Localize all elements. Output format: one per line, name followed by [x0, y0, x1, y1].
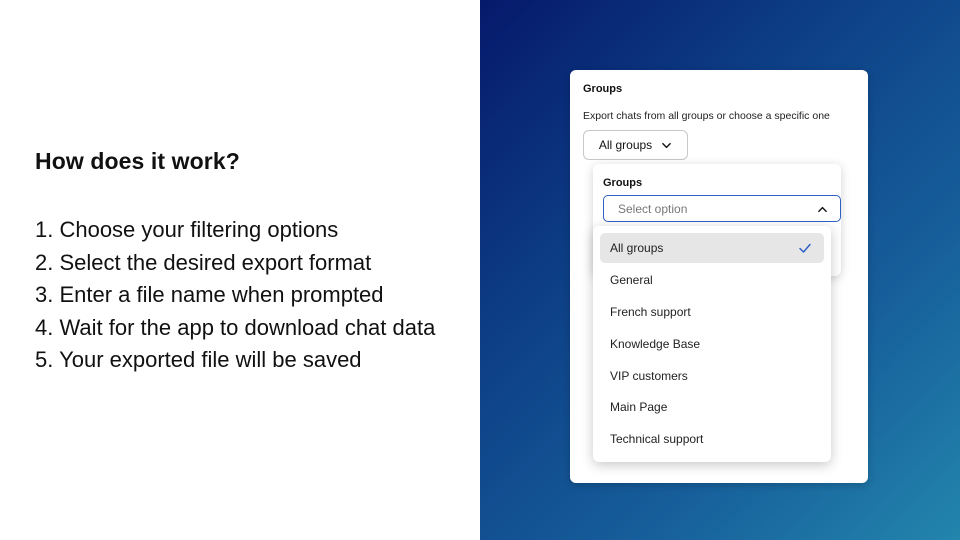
menu-item-all-groups[interactable]: All groups: [600, 233, 824, 263]
popover-title: Groups: [603, 177, 643, 189]
gradient-panel: Groups Export chats from all groups or c…: [480, 0, 960, 540]
group-options-menu: All groups General French support Knowle…: [593, 226, 831, 462]
menu-item-label: Main Page: [610, 400, 668, 415]
step-item: 2. Select the desired export format: [35, 249, 372, 275]
menu-item-general[interactable]: General: [600, 265, 824, 295]
step-item: 3. Enter a file name when prompted: [35, 282, 384, 307]
menu-item-main-page[interactable]: Main Page: [600, 392, 824, 422]
steps-list: 1. Choose your filtering options 2. Sele…: [35, 214, 435, 377]
groups-dropdown-button[interactable]: All groups: [583, 130, 688, 160]
group-select[interactable]: Select option: [603, 195, 841, 222]
groups-button-label: All groups: [598, 138, 653, 152]
menu-item-label: Knowledge Base: [610, 336, 701, 351]
menu-item-french-support[interactable]: French support: [600, 297, 824, 327]
chevron-up-icon: [816, 203, 828, 215]
menu-item-label: Technical support: [610, 432, 704, 447]
menu-item-vip-customers[interactable]: VIP customers: [600, 361, 824, 391]
menu-item-technical-support[interactable]: Technical support: [600, 424, 824, 454]
card-description: Export chats from all groups or choose a…: [583, 110, 830, 122]
step-item: 4. Wait for the app to download chat dat…: [35, 314, 436, 340]
select-placeholder: Select option: [618, 201, 688, 216]
step-item: 5. Your exported file will be saved: [35, 347, 362, 372]
menu-item-knowledge-base[interactable]: Knowledge Base: [600, 329, 824, 359]
info-panel: How does it work? 1. Choose your filteri…: [0, 0, 480, 540]
page-heading: How does it work?: [35, 148, 240, 174]
chevron-down-icon: [660, 139, 672, 151]
check-icon: [798, 241, 812, 258]
menu-item-label: VIP customers: [610, 368, 688, 383]
menu-item-label: All groups: [610, 241, 664, 255]
menu-item-label: General: [610, 272, 653, 287]
menu-item-label: French support: [610, 304, 691, 319]
step-item: 1. Choose your filtering options: [35, 217, 339, 242]
card-title: Groups: [583, 83, 623, 95]
